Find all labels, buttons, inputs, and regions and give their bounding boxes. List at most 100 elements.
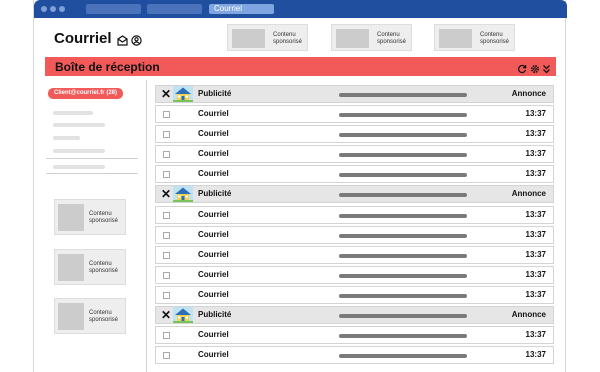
- sponsored-label: Contenu sponsorisé: [89, 261, 119, 274]
- row-time: Annonce: [511, 310, 546, 320]
- message-row[interactable]: Courriel 13:37: [155, 225, 554, 244]
- row-checkbox[interactable]: [163, 211, 170, 219]
- row-checkbox[interactable]: [163, 171, 170, 179]
- row-preview-placeholder: [339, 233, 467, 238]
- settings-icon[interactable]: [530, 61, 540, 79]
- sponsored-label: Contenu sponsorisé: [89, 211, 119, 224]
- message-row[interactable]: Courriel 13:37: [155, 105, 554, 124]
- unread-count: (28): [106, 90, 117, 96]
- browser-tab[interactable]: [86, 4, 141, 14]
- sponsored-ad-top[interactable]: Contenu sponsorisé: [434, 24, 515, 51]
- sponsored-label: Contenu sponsorisé: [377, 32, 407, 45]
- window-dot[interactable]: [59, 6, 65, 12]
- sponsored-ad-side[interactable]: Contenu sponsorisé: [54, 298, 126, 334]
- row-time: Annonce: [511, 89, 546, 98]
- row-checkbox[interactable]: [163, 151, 170, 159]
- sidebar-item[interactable]: [53, 123, 105, 127]
- sidebar-item[interactable]: [53, 149, 105, 153]
- inbox-title: Boîte de réception: [55, 60, 160, 74]
- row-time: 13:37: [525, 169, 546, 179]
- row-preview-placeholder: [339, 133, 467, 138]
- sidebar-item[interactable]: [53, 165, 105, 169]
- row-checkbox[interactable]: [163, 332, 170, 340]
- row-preview-placeholder: [339, 314, 467, 319]
- row-checkbox[interactable]: [163, 131, 170, 139]
- inbox-banner: Boîte de réception: [45, 57, 556, 76]
- window-dot[interactable]: [50, 6, 56, 12]
- message-row[interactable]: Courriel 13:37: [155, 245, 554, 264]
- message-row[interactable]: Courriel 13:37: [155, 145, 554, 164]
- row-preview-placeholder: [339, 253, 467, 258]
- browser-tab[interactable]: [147, 4, 202, 14]
- row-time: 13:37: [525, 209, 546, 219]
- browser-tab-active[interactable]: Courriel: [209, 4, 274, 14]
- row-sender: Courriel: [198, 350, 229, 360]
- message-row[interactable]: Courriel 13:37: [155, 205, 554, 224]
- account-badge[interactable]: Client@courriel.fr (28): [48, 88, 123, 99]
- message-row[interactable]: Courriel 13:37: [155, 265, 554, 284]
- row-time: 13:37: [525, 289, 546, 299]
- ad-row[interactable]: ✕ Publicité Annonce: [155, 306, 554, 325]
- row-checkbox[interactable]: [163, 111, 170, 119]
- row-time: 13:37: [525, 149, 546, 159]
- row-time: 13:37: [525, 249, 546, 259]
- window-titlebar: Courriel: [34, 0, 567, 18]
- row-preview-placeholder: [339, 273, 467, 278]
- row-sender: Courriel: [198, 249, 229, 259]
- close-icon[interactable]: ✕: [161, 308, 171, 322]
- window-dot[interactable]: [41, 6, 47, 12]
- row-preview-placeholder: [339, 354, 467, 359]
- collapse-icon[interactable]: [542, 61, 551, 79]
- row-preview-placeholder: [339, 93, 467, 97]
- message-row[interactable]: Courriel 13:37: [155, 125, 554, 144]
- ad-row[interactable]: ✕ Publicité Annonce: [155, 85, 554, 103]
- sidebar-divider: [46, 158, 138, 159]
- row-sender: Courriel: [198, 129, 229, 139]
- close-icon[interactable]: ✕: [161, 187, 171, 201]
- sponsored-ad-top[interactable]: Contenu sponsorisé: [331, 24, 412, 51]
- sponsored-label: Contenu sponsorisé: [273, 32, 303, 45]
- ad-row[interactable]: ✕ Publicité Annonce: [155, 185, 554, 204]
- message-list: ✕ Publicité Annonce Courriel 13:37 Courriel 13…: [146, 85, 568, 366]
- sponsored-label: Contenu sponsorisé: [89, 310, 119, 323]
- sponsored-label: Contenu sponsorisé: [480, 32, 510, 45]
- user-icon[interactable]: [131, 33, 142, 51]
- mail-icon[interactable]: [117, 33, 128, 51]
- row-time: 13:37: [525, 330, 546, 340]
- sidebar-item[interactable]: [53, 136, 80, 140]
- sponsored-ad-side[interactable]: Contenu sponsorisé: [54, 199, 126, 235]
- ad-thumbnail: [58, 254, 84, 281]
- row-time: 13:37: [525, 129, 546, 139]
- row-sender: Publicité: [198, 89, 232, 98]
- refresh-icon[interactable]: [517, 61, 527, 79]
- row-sender: Courriel: [198, 109, 229, 119]
- row-checkbox[interactable]: [163, 291, 170, 299]
- sidebar-item[interactable]: [53, 111, 93, 115]
- row-preview-placeholder: [339, 334, 467, 339]
- row-preview-placeholder: [339, 213, 467, 218]
- message-row[interactable]: Courriel 13:37: [155, 326, 554, 345]
- row-checkbox[interactable]: [163, 231, 170, 239]
- row-sender: Courriel: [198, 149, 229, 159]
- row-checkbox[interactable]: [163, 352, 170, 360]
- house-ad-icon: [173, 86, 193, 102]
- row-checkbox[interactable]: [163, 271, 170, 279]
- row-preview-placeholder: [339, 293, 467, 298]
- sponsored-ad-top[interactable]: Contenu sponsorisé: [227, 24, 308, 51]
- row-preview-placeholder: [339, 153, 467, 158]
- house-ad-icon: [173, 186, 193, 203]
- row-checkbox[interactable]: [163, 251, 170, 259]
- close-icon[interactable]: ✕: [161, 87, 171, 101]
- browser-window: Courriel Courriel Contenu sponsorisé Con…: [33, 0, 568, 372]
- app-logo[interactable]: Courriel: [54, 30, 112, 47]
- row-sender: Publicité: [198, 310, 232, 320]
- row-sender: Courriel: [198, 229, 229, 239]
- row-time: 13:37: [525, 109, 546, 119]
- row-preview-placeholder: [339, 193, 467, 198]
- message-row[interactable]: Courriel 13:37: [155, 346, 554, 365]
- message-row[interactable]: Courriel 13:37: [155, 165, 554, 184]
- sponsored-ad-side[interactable]: Contenu sponsorisé: [54, 249, 126, 285]
- row-sender: Courriel: [198, 330, 229, 340]
- ad-thumbnail: [232, 29, 265, 48]
- message-row[interactable]: Courriel 13:37: [155, 285, 554, 304]
